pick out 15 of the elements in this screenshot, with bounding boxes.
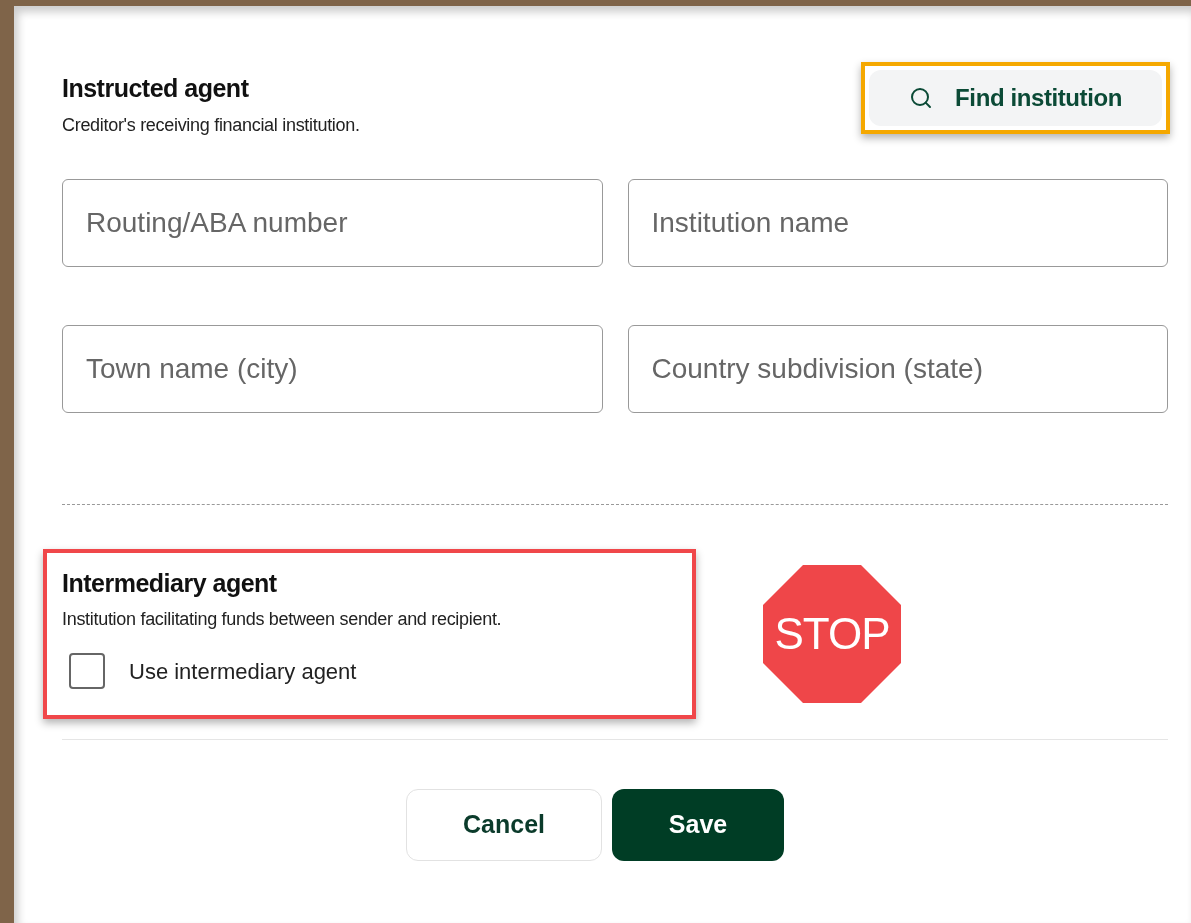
- text-field[interactable]: Town name (city): [62, 324, 603, 413]
- cancel-button[interactable]: Cancel: [406, 789, 602, 861]
- checkbox[interactable]: [69, 653, 105, 689]
- find-institution-button[interactable]: Find institution: [869, 70, 1162, 126]
- text-field[interactable]: Institution name: [627, 178, 1168, 267]
- text-field[interactable]: Routing/ABA number: [62, 178, 603, 267]
- search-icon: [909, 86, 934, 110]
- section-description: Institution facilitating funds between sender and recipient.: [62, 608, 503, 631]
- section-description: Creditor's receiving financial institution.: [62, 113, 360, 137]
- section-title: Instructed agent: [62, 73, 250, 104]
- section-title: Intermediary agent: [62, 567, 278, 599]
- save-button[interactable]: Save: [612, 789, 784, 861]
- checkbox-label: Use intermediary agent: [129, 657, 357, 686]
- stop-sign: STOP: [763, 564, 901, 703]
- text-field[interactable]: Country subdivision (state): [627, 324, 1168, 413]
